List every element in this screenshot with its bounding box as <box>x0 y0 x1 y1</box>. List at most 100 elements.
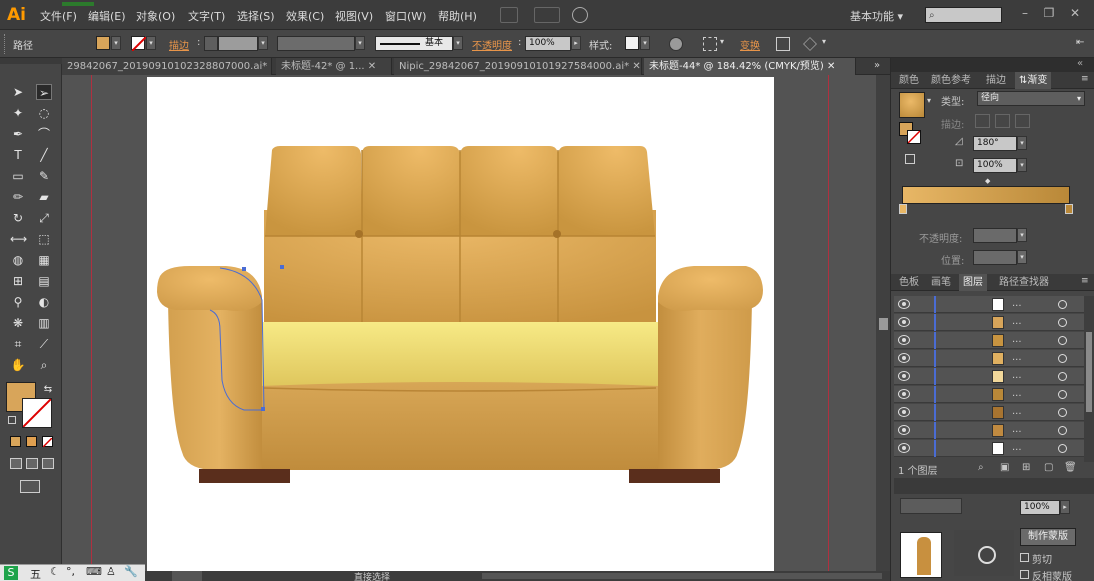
arrange-documents-icon[interactable] <box>534 7 560 23</box>
layer-name[interactable]: ... <box>1012 406 1022 417</box>
none-mode-icon[interactable] <box>42 436 53 448</box>
right-arm-body[interactable] <box>658 300 752 470</box>
default-colors-icon[interactable] <box>8 416 16 424</box>
left-arm-body[interactable] <box>168 300 262 470</box>
anchor-point[interactable] <box>280 265 284 269</box>
fill-swatch[interactable] <box>96 36 110 50</box>
stroke-label[interactable]: 描边 <box>169 37 189 52</box>
close-icon[interactable]: ✕ <box>632 61 640 72</box>
menu-view[interactable]: 视图(V) <box>335 8 373 24</box>
zoom-icon[interactable]: ⌕ <box>36 357 52 373</box>
clip-checkbox[interactable] <box>1020 553 1029 562</box>
visibility-eye-icon[interactable] <box>898 443 910 453</box>
layer-name[interactable]: ... <box>1012 424 1022 435</box>
menu-edit[interactable]: 编辑(E) <box>88 8 126 24</box>
locate-object-icon[interactable]: ⌕ <box>978 462 984 473</box>
draw-behind-icon[interactable] <box>26 458 38 469</box>
gradient-slider[interactable] <box>902 186 1070 204</box>
layer-name[interactable]: ... <box>1012 316 1022 327</box>
layer-row[interactable]: ... <box>894 296 1084 313</box>
target-icon[interactable] <box>1058 408 1067 417</box>
tab-document-2[interactable]: 未标题-42* @ 1... ✕ <box>276 58 392 75</box>
slice-icon[interactable]: ⟋ <box>36 336 52 352</box>
stroke-within-icon[interactable] <box>975 114 990 128</box>
panel-menu-icon[interactable]: ≡ <box>1081 74 1089 84</box>
transparency-opacity-dropdown[interactable]: ▸ <box>1060 500 1070 514</box>
gradient-stroke-icon[interactable] <box>907 130 921 144</box>
shape-builder-icon[interactable]: ◍ <box>10 252 26 268</box>
stroke-along-icon[interactable] <box>995 114 1010 128</box>
horizontal-scrollbar[interactable] <box>482 573 882 579</box>
restore-icon[interactable]: ❐ <box>1040 6 1058 20</box>
eraser-icon[interactable]: ▰ <box>36 189 52 205</box>
gradient-stop-start[interactable] <box>899 204 907 214</box>
gradient-type-select[interactable]: 径向 ▾ <box>977 91 1085 106</box>
menu-window[interactable]: 窗口(W) <box>385 8 426 24</box>
menu-select[interactable]: 选择(S) <box>237 8 275 24</box>
tab-gradient[interactable]: ⇅渐变 <box>1015 72 1052 89</box>
gradient-position-dropdown[interactable]: ▾ <box>1017 250 1027 264</box>
target-icon[interactable] <box>1058 426 1067 435</box>
tab-color-guide[interactable]: 颜色参考 <box>927 72 975 89</box>
selection-arrow-icon[interactable]: ➤ <box>10 84 26 100</box>
line-segment-icon[interactable]: ╱ <box>36 147 52 163</box>
half-width-icon[interactable]: ☾ <box>50 565 60 578</box>
aspect-ratio-input[interactable]: 100% <box>973 158 1017 173</box>
target-icon[interactable] <box>1058 372 1067 381</box>
gradient-opacity-input[interactable] <box>973 228 1017 243</box>
target-icon[interactable] <box>1058 318 1067 327</box>
pen-icon[interactable]: ✒ <box>10 126 26 142</box>
back-panel[interactable] <box>264 146 656 325</box>
delete-layer-icon[interactable]: 🗑 <box>1064 462 1077 473</box>
leg-left[interactable] <box>199 469 290 483</box>
stroke-weight-dropdown[interactable]: ▾ <box>258 36 268 50</box>
collapse-icon[interactable]: « <box>1077 58 1083 69</box>
page-navigation[interactable] <box>172 571 202 581</box>
target-icon[interactable] <box>1058 390 1067 399</box>
layer-row[interactable]: ... <box>894 404 1084 421</box>
symbol-sprayer-icon[interactable]: ❋ <box>10 315 26 331</box>
layer-name[interactable]: ... <box>1012 370 1022 381</box>
object-thumbnail[interactable] <box>900 532 942 578</box>
width-profile-dropdown[interactable]: ▾ <box>355 36 365 50</box>
close-icon[interactable]: ✕ <box>368 61 376 72</box>
gradient-opacity-dropdown[interactable]: ▾ <box>1017 228 1027 242</box>
anchor-point[interactable] <box>242 267 246 271</box>
mask-thumbnail-area[interactable] <box>954 530 1014 576</box>
target-icon[interactable] <box>1058 300 1067 309</box>
opacity-input[interactable]: 100% <box>525 36 571 51</box>
screen-mode-icon[interactable] <box>20 480 40 493</box>
rectangle-icon[interactable]: ▭ <box>10 168 26 184</box>
layer-row[interactable]: ... <box>894 350 1084 367</box>
layer-name[interactable]: ... <box>1012 388 1022 399</box>
fill-dropdown[interactable]: ▾ <box>111 36 121 50</box>
swap-fill-stroke-icon[interactable]: ⇆ <box>40 382 56 398</box>
aspect-ratio-dropdown[interactable]: ▾ <box>1017 158 1027 172</box>
reverse-gradient-icon[interactable] <box>905 154 915 164</box>
recolor-artwork-icon[interactable] <box>669 37 683 51</box>
type-icon[interactable]: T <box>10 147 26 163</box>
graphic-style-dropdown[interactable]: ▾ <box>640 36 650 50</box>
new-layer-icon[interactable]: ▢ <box>1044 462 1053 473</box>
invert-mask-checkbox[interactable] <box>1020 570 1029 579</box>
leg-right[interactable] <box>629 469 720 483</box>
make-mask-button[interactable]: 制作蒙版 <box>1020 528 1076 546</box>
variable-width-profile[interactable] <box>277 36 355 51</box>
panel-menu-icon[interactable]: ≡ <box>1081 276 1089 286</box>
scale-icon[interactable]: ⤢ <box>36 210 52 226</box>
punctuation-icon[interactable]: °, <box>66 565 75 578</box>
layer-row[interactable]: ... <box>894 440 1084 457</box>
stroke-across-icon[interactable] <box>1015 114 1030 128</box>
layer-name[interactable]: ... <box>1012 442 1022 453</box>
align-dropdown[interactable]: ▾ <box>720 37 724 46</box>
layer-row[interactable]: ... <box>894 314 1084 331</box>
visibility-eye-icon[interactable] <box>898 407 910 417</box>
layer-name[interactable]: ... <box>1012 352 1022 363</box>
magic-wand-icon[interactable]: ✦ <box>10 105 26 121</box>
make-clip-mask-icon[interactable]: ▣ <box>1000 462 1009 473</box>
brush-definition[interactable]: 基本 <box>375 36 453 51</box>
color-mode-icon[interactable] <box>10 436 21 447</box>
curvature-icon[interactable]: ⌒ <box>36 126 52 142</box>
rotate-icon[interactable]: ↻ <box>10 210 26 226</box>
visibility-eye-icon[interactable] <box>898 299 910 309</box>
